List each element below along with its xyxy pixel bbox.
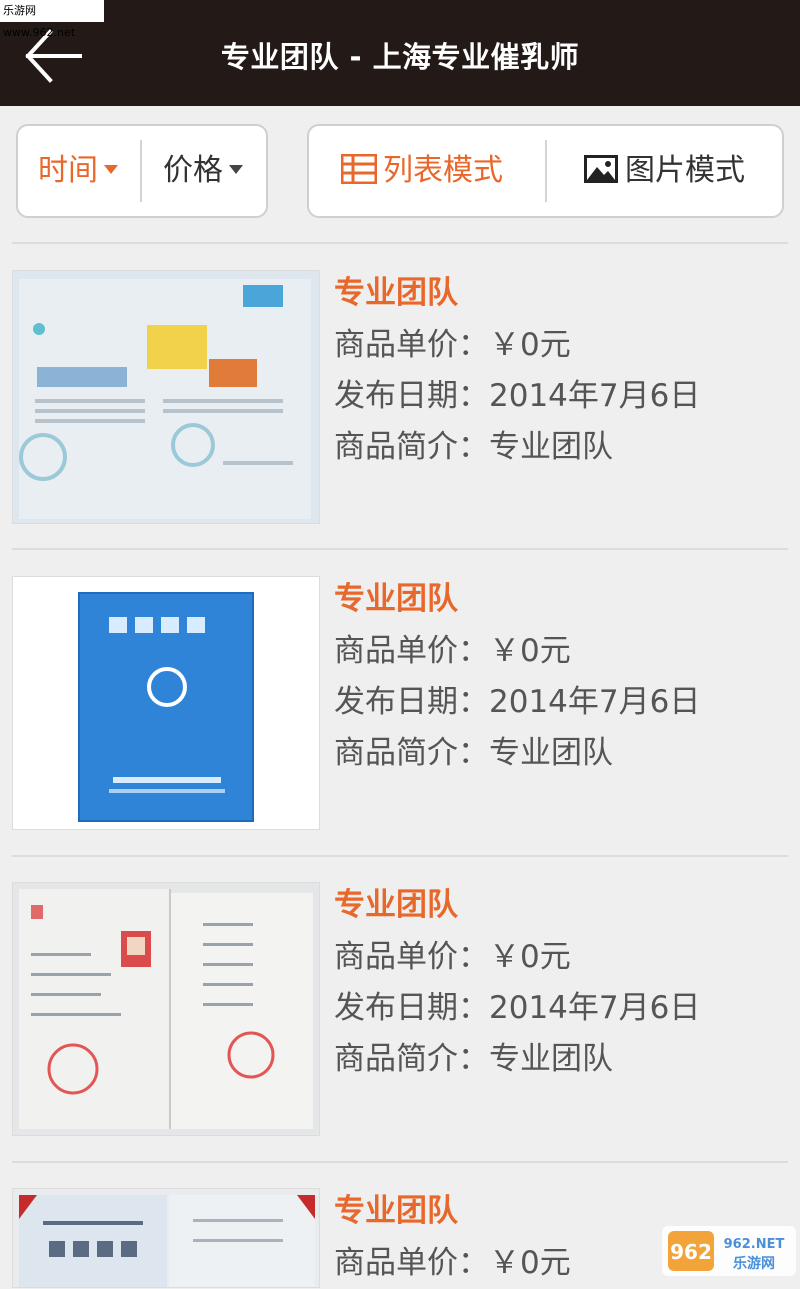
- list-icon: [341, 154, 377, 184]
- divider: [12, 548, 788, 550]
- svg-text:乐游网: 乐游网: [733, 1255, 775, 1272]
- divider: [12, 855, 788, 857]
- product-thumbnail: [12, 1188, 320, 1288]
- list-mode-button[interactable]: 列表模式: [341, 126, 503, 216]
- item-name: 专业团队: [334, 270, 700, 320]
- divider: [140, 140, 142, 202]
- item-description: 商品简介：专业团队: [334, 422, 700, 473]
- item-date: 发布日期：2014年7月6日: [334, 983, 700, 1034]
- sort-time-label: 时间: [38, 153, 98, 188]
- product-thumbnail: [12, 576, 320, 830]
- item-description: 商品简介：专业团队: [334, 728, 700, 779]
- sort-filter-group: 时间 价格: [16, 124, 268, 218]
- sort-time-button[interactable]: 时间: [38, 126, 118, 216]
- item-name: 专业团队: [334, 576, 700, 626]
- page-title: 专业团队 - 上海专业催乳师: [0, 34, 800, 76]
- dropdown-arrow-icon: [229, 165, 243, 174]
- product-thumbnail: [12, 270, 320, 524]
- sort-price-button[interactable]: 价格: [163, 126, 243, 216]
- product-thumbnail: [12, 882, 320, 1136]
- item-price: 商品单价：￥0元: [334, 932, 700, 983]
- divider: [12, 1161, 788, 1163]
- image-icon: [583, 154, 619, 184]
- list-item[interactable]: 专业团队 商品单价：￥0元 发布日期：2014年7月6日 商品简介：专业团队: [0, 270, 800, 560]
- image-mode-button[interactable]: 图片模式: [583, 126, 745, 216]
- view-mode-group: 列表模式 图片模式: [307, 124, 784, 218]
- svg-text:962: 962: [670, 1240, 712, 1264]
- list-mode-label: 列表模式: [383, 153, 503, 188]
- list-item[interactable]: 专业团队 商品单价：￥0元 发布日期：2014年7月6日 商品简介：专业团队: [0, 882, 800, 1172]
- item-name: 专业团队: [334, 1188, 571, 1238]
- item-price: 商品单价：￥0元: [334, 1238, 571, 1289]
- app-header: 专业团队 - 上海专业催乳师: [0, 0, 800, 106]
- item-name: 专业团队: [334, 882, 700, 932]
- divider: [545, 140, 547, 202]
- dropdown-arrow-icon: [104, 165, 118, 174]
- item-price: 商品单价：￥0元: [334, 320, 700, 371]
- item-description: 商品简介：专业团队: [334, 1034, 700, 1085]
- watermark-logo: 962 962.NET 乐游网: [662, 1226, 796, 1276]
- watermark-top: 乐游网 www.962.net: [0, 0, 104, 22]
- sort-price-label: 价格: [163, 153, 223, 188]
- item-date: 发布日期：2014年7月6日: [334, 677, 700, 728]
- divider: [12, 242, 788, 244]
- image-mode-label: 图片模式: [625, 153, 745, 188]
- item-date: 发布日期：2014年7月6日: [334, 371, 700, 422]
- item-price: 商品单价：￥0元: [334, 626, 700, 677]
- list-item[interactable]: 专业团队 商品单价：￥0元 发布日期：2014年7月6日 商品简介：专业团队: [0, 576, 800, 866]
- svg-text:962.NET: 962.NET: [724, 1237, 785, 1252]
